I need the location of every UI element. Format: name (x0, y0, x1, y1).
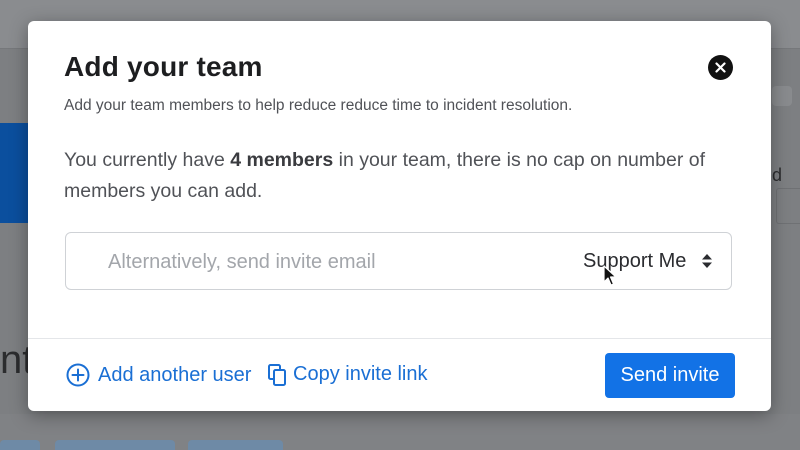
background-blue-panel (0, 123, 28, 223)
close-icon (715, 62, 726, 73)
copy-icon (268, 363, 286, 386)
role-select[interactable]: Support Me (583, 233, 733, 289)
role-select-value: Support Me (583, 249, 687, 272)
add-another-user-label: Add another user (98, 363, 252, 386)
plus-circle-icon (66, 363, 90, 387)
footer-divider (28, 338, 771, 339)
add-team-modal: Add your team Add your team members to h… (28, 21, 771, 411)
background-chip (188, 440, 283, 450)
add-another-user-link[interactable]: Add another user (66, 363, 251, 387)
background-pill (772, 86, 792, 106)
copy-invite-link[interactable]: Copy invite link (268, 363, 428, 386)
info-prefix: You currently have (64, 149, 231, 171)
modal-title: Add your team (64, 51, 263, 82)
background-chip (55, 440, 175, 450)
member-count: 4 members (230, 149, 334, 171)
modal-subtitle: Add your team members to help reduce red… (64, 97, 573, 114)
close-button[interactable] (708, 55, 733, 80)
copy-invite-link-label: Copy invite link (293, 363, 428, 385)
send-invite-button[interactable]: Send invite (605, 353, 735, 398)
invite-email-input[interactable] (106, 233, 550, 291)
invite-row: Support Me (65, 232, 733, 291)
background-chip (0, 440, 40, 450)
background-field (776, 188, 800, 224)
member-count-text: You currently have 4 members in your tea… (64, 145, 744, 207)
background-label: d (772, 165, 783, 185)
sort-arrows-icon (702, 254, 712, 268)
